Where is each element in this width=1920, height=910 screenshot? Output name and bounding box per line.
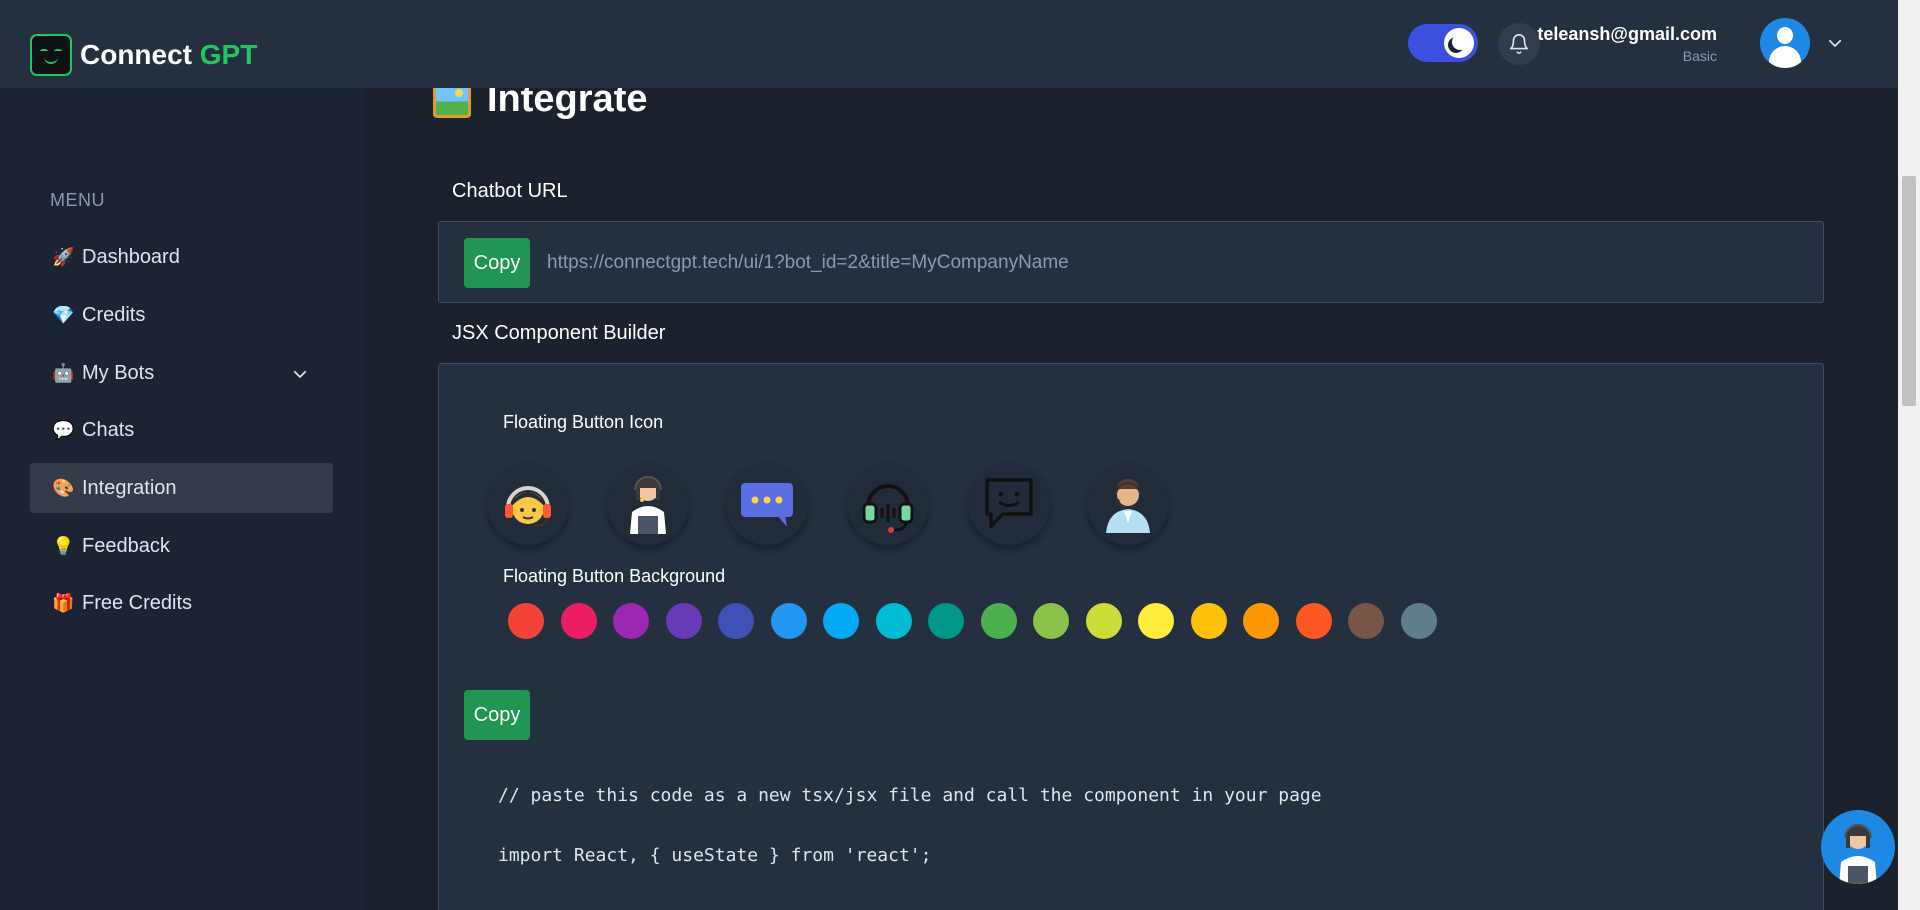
chevron-down-icon[interactable]: [291, 365, 309, 383]
sidebar-item-label: Free Credits: [82, 591, 193, 614]
color-swatch[interactable]: [875, 603, 912, 639]
color-swatch[interactable]: [613, 603, 649, 639]
female-support-agent-icon: [1839, 824, 1877, 884]
color-swatch[interactable]: [1400, 603, 1437, 639]
color-swatch[interactable]: [823, 603, 859, 639]
chatbot-url-label: Chatbot URL: [452, 180, 568, 202]
page-scrollbar[interactable]: [1898, 0, 1920, 910]
speech-bubble-icon: 💬: [52, 419, 75, 440]
sidebar: MENU 🚀 Dashboard 💎 Credits 🤖 My Bots 💬 C…: [0, 88, 363, 910]
color-swatch[interactable]: [1295, 603, 1332, 639]
color-swatch[interactable]: [1348, 603, 1384, 639]
logo-face-icon: [30, 34, 72, 76]
chat-smile-icon[interactable]: [968, 463, 1050, 545]
sidebar-item-integration[interactable]: 🎨 Integration: [30, 463, 333, 513]
scrollbar-thumb[interactable]: [1902, 176, 1916, 406]
logo-text: Connect GPT: [80, 39, 257, 71]
sidebar-item-my-bots[interactable]: 🤖 My Bots: [30, 348, 333, 398]
jsx-builder-label: JSX Component Builder: [452, 322, 666, 344]
bell-icon: [1509, 34, 1529, 54]
sidebar-item-chats[interactable]: 💬 Chats: [30, 405, 333, 455]
logo-text-accent: GPT: [199, 39, 258, 70]
chevron-down-icon[interactable]: [1826, 34, 1844, 52]
color-swatch[interactable]: [665, 603, 702, 639]
support-agent-headset-icon[interactable]: [487, 463, 569, 545]
app-logo[interactable]: Connect GPT: [30, 34, 257, 76]
user-avatar[interactable]: [1760, 18, 1810, 68]
copy-url-button[interactable]: Copy: [464, 238, 530, 288]
color-swatch[interactable]: [718, 603, 754, 639]
user-plan: Basic: [1682, 48, 1717, 64]
floating-chat-button[interactable]: [1821, 810, 1895, 884]
sidebar-item-dashboard[interactable]: 🚀 Dashboard: [30, 232, 333, 282]
sidebar-item-label: Feedback: [82, 534, 170, 557]
color-swatch[interactable]: [1033, 603, 1069, 639]
menu-label: MENU: [50, 190, 105, 210]
sidebar-item-label: Integration: [82, 476, 177, 499]
moon-icon: [1452, 34, 1468, 50]
color-swatch[interactable]: [1138, 603, 1174, 639]
headset-icon[interactable]: [847, 463, 929, 545]
floating-bg-label: Floating Button Background: [503, 566, 726, 586]
dark-mode-toggle[interactable]: [1408, 24, 1478, 62]
code-line-comment: // paste this code as a new tsx/jsx file…: [498, 785, 1322, 806]
female-support-agent-icon[interactable]: [607, 463, 689, 545]
code-line-import: import React, { useState } from 'react';: [498, 845, 932, 866]
notifications-button[interactable]: [1498, 23, 1540, 65]
male-support-agent-icon[interactable]: [1087, 463, 1169, 545]
toggle-knob: [1444, 28, 1474, 58]
sidebar-item-label: Chats: [82, 418, 135, 441]
sidebar-item-label: Credits: [82, 303, 146, 326]
chat-bubble-dots-icon[interactable]: [726, 463, 808, 545]
main-content: Integrate Chatbot URL Copy https://conne…: [363, 0, 1898, 910]
rocket-icon: 🚀: [52, 246, 75, 267]
color-swatch[interactable]: [928, 603, 964, 639]
lightbulb-icon: 💡: [52, 535, 75, 556]
color-swatch[interactable]: [980, 603, 1017, 639]
user-email[interactable]: teleansh@gmail.com: [1537, 24, 1717, 45]
logo-text-main: Connect: [80, 39, 200, 70]
chatbot-url-box: Copy https://connectgpt.tech/ui/1?bot_id…: [438, 221, 1824, 303]
chatbot-url-text[interactable]: https://connectgpt.tech/ui/1?bot_id=2&ti…: [547, 252, 1069, 274]
floating-icon-label: Floating Button Icon: [503, 412, 664, 432]
color-swatch[interactable]: [1190, 603, 1227, 639]
robot-icon: 🤖: [52, 362, 75, 383]
sidebar-item-label: My Bots: [82, 361, 155, 384]
gift-icon: 🎁: [52, 592, 75, 613]
copy-code-button[interactable]: Copy: [464, 690, 530, 740]
palette-icon: 🎨: [52, 477, 75, 498]
color-swatch[interactable]: [508, 603, 544, 639]
jsx-builder-box: [438, 363, 1824, 910]
color-swatch[interactable]: [560, 603, 597, 639]
sidebar-item-credits[interactable]: 💎 Credits: [30, 290, 333, 340]
sidebar-item-free-credits[interactable]: 🎁 Free Credits: [30, 578, 333, 628]
color-swatch[interactable]: [1243, 603, 1279, 639]
sidebar-item-feedback[interactable]: 💡 Feedback: [30, 521, 333, 571]
color-swatch[interactable]: [770, 603, 807, 639]
gem-icon: 💎: [52, 304, 75, 325]
top-header: Connect GPT teleansh@gmail.com Basic: [0, 0, 1898, 88]
color-swatch[interactable]: [1085, 603, 1122, 639]
sidebar-item-label: Dashboard: [82, 245, 180, 268]
